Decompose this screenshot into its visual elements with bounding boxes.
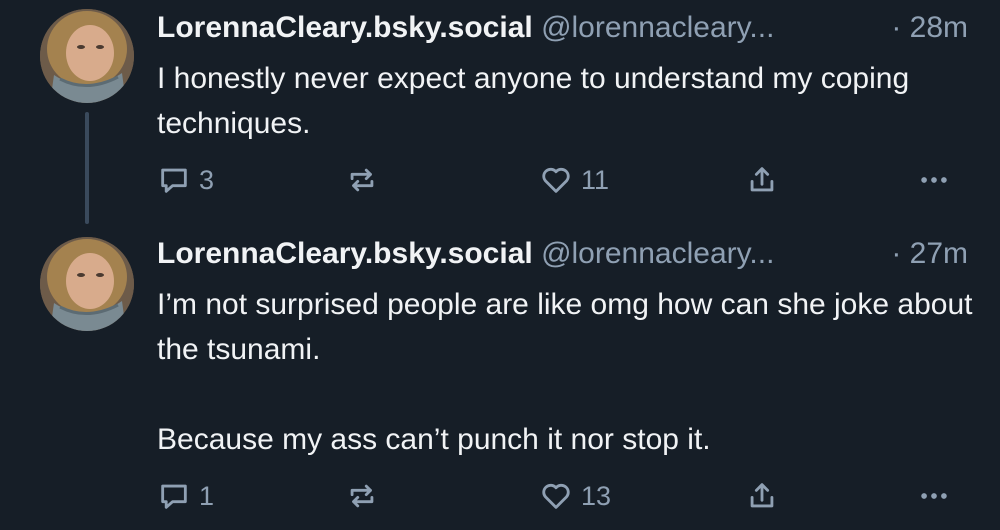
share-button[interactable] <box>745 160 779 200</box>
post-text: I honestly never expect anyone to unders… <box>157 56 977 146</box>
reply-count: 3 <box>199 164 215 195</box>
avatar-photo <box>40 9 134 103</box>
reply-count: 1 <box>199 480 215 511</box>
repost-button[interactable] <box>345 160 387 200</box>
reply-button[interactable]: 3 <box>157 160 214 200</box>
post-paragraph: Because my ass can’t punch it nor stop i… <box>157 423 711 456</box>
like-count: 13 <box>581 480 612 511</box>
post-actions: 1 13 <box>157 476 957 516</box>
speech-bubble-icon <box>161 168 187 193</box>
thread-connector-line <box>85 112 89 224</box>
more-dots-icon <box>921 177 947 183</box>
share-upload-icon <box>750 483 774 508</box>
display-name[interactable]: LorennaCleary.bsky.social <box>157 11 533 44</box>
post-text: I’m not surprised people are like omg ho… <box>157 282 977 462</box>
like-button[interactable]: 11 <box>539 160 609 200</box>
handle[interactable]: @lorennacleary... <box>541 237 774 270</box>
post-paragraph: I’m not surprised people are like omg ho… <box>157 288 973 366</box>
avatar[interactable] <box>40 9 134 103</box>
post[interactable]: LorennaCleary.bsky.social @lorennacleary… <box>0 226 1000 530</box>
post-header: LorennaCleary.bsky.social @lorennacleary… <box>157 236 968 272</box>
repost-arrows-icon <box>350 484 374 508</box>
like-count: 11 <box>581 164 610 195</box>
repost-button[interactable] <box>345 476 387 516</box>
share-upload-icon <box>750 167 774 192</box>
avatar[interactable] <box>40 237 134 331</box>
display-name[interactable]: LorennaCleary.bsky.social <box>157 237 533 270</box>
more-options-button[interactable] <box>917 160 951 200</box>
more-options-button[interactable] <box>917 476 951 516</box>
repost-arrows-icon <box>350 168 374 192</box>
post-header: LorennaCleary.bsky.social @lorennacleary… <box>157 10 968 46</box>
avatar-photo <box>40 237 134 331</box>
handle[interactable]: @lorennacleary... <box>541 11 774 44</box>
speech-bubble-icon <box>161 484 187 509</box>
more-dots-icon <box>921 493 947 499</box>
post-actions: 3 11 <box>157 160 957 200</box>
share-button[interactable] <box>745 476 779 516</box>
reply-button[interactable]: 1 <box>157 476 214 516</box>
post-paragraph: I honestly never expect anyone to unders… <box>157 62 910 140</box>
timestamp[interactable]: · 28m <box>887 10 968 46</box>
heart-icon <box>542 483 570 509</box>
heart-icon <box>542 167 570 193</box>
post[interactable]: LorennaCleary.bsky.social @lorennacleary… <box>0 0 1000 226</box>
timestamp[interactable]: · 27m <box>887 236 968 272</box>
like-button[interactable]: 13 <box>539 476 611 516</box>
